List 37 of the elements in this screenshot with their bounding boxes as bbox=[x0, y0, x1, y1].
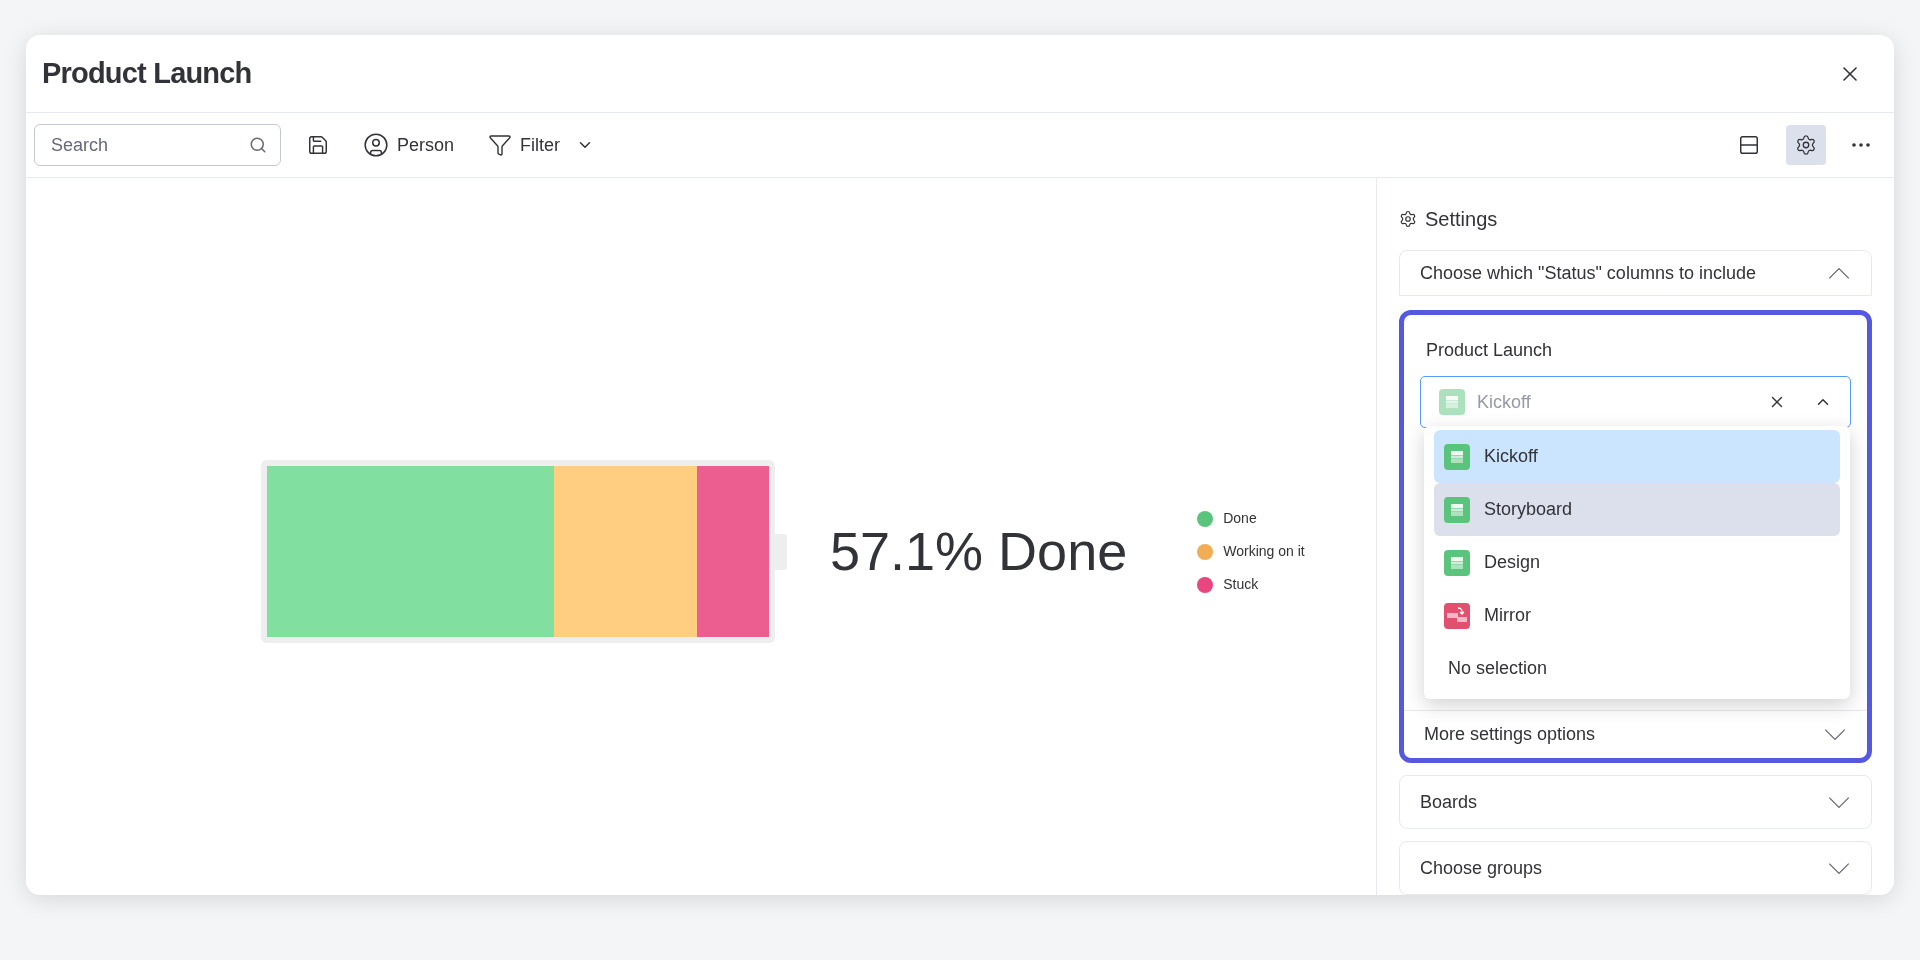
board-icon bbox=[1439, 389, 1465, 416]
more-settings-header[interactable]: More settings options bbox=[1404, 710, 1867, 759]
status-columns-header[interactable]: Choose which "Status" columns to include bbox=[1399, 250, 1872, 297]
chevron-down-icon bbox=[1827, 795, 1851, 809]
board-icon bbox=[1444, 496, 1470, 523]
settings-button[interactable] bbox=[1786, 125, 1826, 165]
window-title: Product Launch bbox=[42, 55, 252, 91]
dropdown-option[interactable]: Storyboard bbox=[1434, 483, 1840, 537]
save-icon bbox=[307, 134, 329, 156]
board-icon bbox=[1444, 549, 1470, 576]
legend-label: Done bbox=[1223, 509, 1257, 528]
settings-title: Settings bbox=[1425, 207, 1498, 232]
dropdown-option[interactable]: No selection bbox=[1434, 642, 1840, 696]
chevron-up-icon bbox=[1827, 266, 1851, 280]
dropdown-option[interactable]: Design bbox=[1434, 536, 1840, 590]
mirror-icon bbox=[1444, 602, 1470, 629]
chevron-down-icon bbox=[1827, 861, 1851, 875]
dropdown-option[interactable]: Kickoff bbox=[1434, 430, 1840, 484]
dropdown-option[interactable]: Mirror bbox=[1434, 589, 1840, 643]
search-field[interactable]: Search bbox=[34, 124, 281, 166]
ellipsis-icon bbox=[1852, 143, 1870, 147]
filter-icon bbox=[488, 133, 513, 157]
settings-section-header[interactable]: Choose groups bbox=[1399, 841, 1872, 895]
chevron-down-icon bbox=[1823, 728, 1847, 742]
settings-icon bbox=[1399, 210, 1417, 228]
settings-section-header[interactable]: Boards bbox=[1399, 775, 1872, 830]
done-summary: 57.1% Done bbox=[830, 520, 1128, 583]
settings-icon bbox=[1795, 134, 1817, 156]
person-icon bbox=[363, 132, 389, 158]
board-icon bbox=[1444, 443, 1470, 470]
person-button[interactable]: Person bbox=[355, 131, 463, 159]
legend-label: Stuck bbox=[1223, 575, 1259, 594]
board-label: Product Launch bbox=[1426, 339, 1554, 363]
split-panel-icon bbox=[1738, 134, 1760, 156]
search-icon bbox=[249, 136, 267, 154]
legend-label: Working on it bbox=[1223, 542, 1305, 561]
filter-button[interactable]: Filter bbox=[480, 131, 603, 159]
